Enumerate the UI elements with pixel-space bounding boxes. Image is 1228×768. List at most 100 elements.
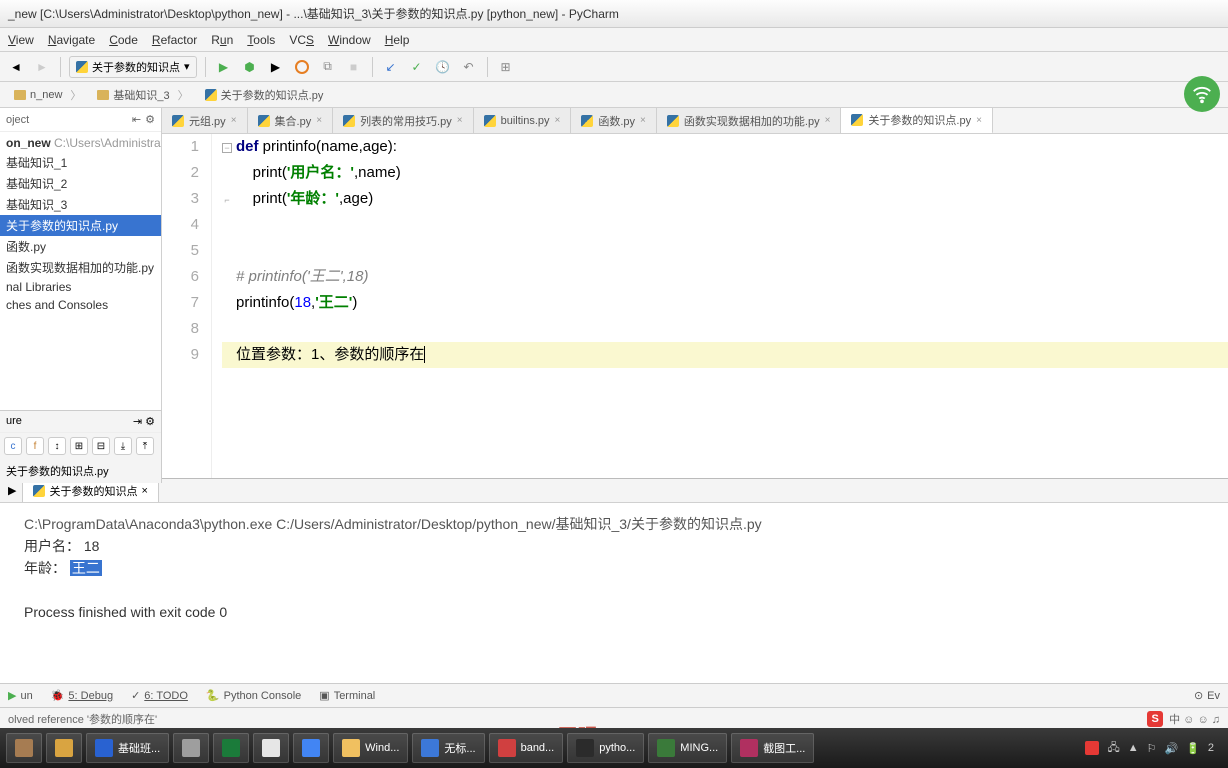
tree-item[interactable]: 函数.py	[0, 236, 161, 257]
bc-file[interactable]: 关于参数的知识点.py	[197, 85, 340, 105]
ime-status[interactable]: 中 ☺ ☺ ♫	[1169, 711, 1220, 727]
editor-tab[interactable]: 函数实现数据相加的功能.py×	[657, 108, 842, 133]
struct-expand-icon[interactable]: ⊞	[70, 437, 88, 455]
tree-item[interactable]: 基础知识_3	[0, 194, 161, 215]
editor-tab[interactable]: 列表的常用技巧.py×	[333, 108, 474, 133]
project-header[interactable]: oject ⇤ ⚙	[0, 108, 161, 132]
project-tree[interactable]: on_new C:\Users\Administrato... 基础知识_1基础…	[0, 132, 161, 316]
concurrency-icon[interactable]: ⧉	[318, 57, 338, 77]
tool-debug[interactable]: 🐞 5: Debug	[51, 689, 113, 702]
tray-time[interactable]: 2	[1208, 742, 1214, 754]
menu-code[interactable]: Code	[109, 33, 138, 47]
taskbar-item[interactable]: band...	[489, 733, 564, 763]
tool-terminal[interactable]: ▣ Terminal	[319, 689, 375, 702]
collapse-icon[interactable]: ⇤	[132, 113, 141, 126]
taskbar-item[interactable]: pytho...	[567, 733, 644, 763]
struct-autoscroll-icon[interactable]: ⤓	[114, 437, 132, 455]
tool-python-console[interactable]: 🐍 Python Console	[206, 689, 301, 702]
structure-icon[interactable]: ⊞	[496, 57, 516, 77]
bc-root[interactable]: n_new	[6, 85, 89, 105]
code-line[interactable]: # printinfo('王二',18)	[222, 264, 1228, 290]
vcs-revert-icon[interactable]: ↶	[459, 57, 479, 77]
menu-help[interactable]: Help	[385, 33, 410, 47]
nav-fwd-icon[interactable]: ►	[32, 57, 52, 77]
menu-navigate[interactable]: Navigate	[48, 33, 95, 47]
close-icon[interactable]: ×	[976, 115, 982, 126]
close-icon[interactable]: ×	[555, 115, 561, 126]
taskbar-item[interactable]: 无标...	[412, 733, 484, 763]
vcs-history-icon[interactable]: 🕓	[433, 57, 453, 77]
struct-collapse-icon[interactable]: ⊟	[92, 437, 110, 455]
ime-sogou-icon[interactable]: S	[1147, 711, 1163, 727]
menu-window[interactable]: Window	[328, 33, 371, 47]
taskbar-item[interactable]	[46, 733, 82, 763]
struct-sort-icon[interactable]: ↕	[48, 437, 66, 455]
tree-scratches[interactable]: ches and Consoles	[0, 296, 161, 314]
coverage-icon[interactable]: ▶	[266, 57, 286, 77]
menu-run[interactable]: Run	[211, 33, 233, 47]
vcs-update-icon[interactable]: ↙	[381, 57, 401, 77]
taskbar-item[interactable]	[293, 733, 329, 763]
struct-autoscroll2-icon[interactable]: ⤒	[136, 437, 154, 455]
editor-tab[interactable]: 集合.py×	[248, 108, 334, 133]
close-icon[interactable]: ×	[231, 115, 237, 126]
tray-up-icon[interactable]: ▲	[1128, 742, 1139, 754]
run-icon[interactable]: ▶	[214, 57, 234, 77]
console-output[interactable]: C:\ProgramData\Anaconda3\python.exe C:/U…	[0, 503, 1228, 683]
taskbar-item[interactable]	[6, 733, 42, 763]
close-icon[interactable]: ×	[316, 115, 322, 126]
struct-field-icon[interactable]: f	[26, 437, 44, 455]
collapse-icon[interactable]: ⇥	[133, 416, 142, 428]
editor-tab[interactable]: 元组.py×	[162, 108, 248, 133]
stop-icon[interactable]: ■	[344, 57, 364, 77]
tray-flag-icon[interactable]: ⚐	[1147, 742, 1157, 755]
taskbar-item[interactable]	[213, 733, 249, 763]
close-icon[interactable]: ×	[141, 485, 147, 497]
menu-vcs[interactable]: VCS	[289, 33, 314, 47]
menu-refactor[interactable]: Refactor	[152, 33, 197, 47]
tool-run[interactable]: ▶ un	[8, 689, 33, 702]
editor-tab[interactable]: 关于参数的知识点.py×	[841, 108, 993, 134]
system-tray[interactable]: 🖧 ▲ ⚐ 🔊 🔋 2	[1085, 739, 1222, 758]
tool-eventlog[interactable]: ⊙ Ev	[1194, 689, 1220, 702]
close-icon[interactable]: ×	[825, 115, 831, 126]
editor-tab[interactable]: 函数.py×	[571, 108, 657, 133]
struct-class-icon[interactable]: c	[4, 437, 22, 455]
taskbar-item[interactable]: Wind...	[333, 733, 408, 763]
code-line[interactable]: −def printinfo(name,age):	[222, 134, 1228, 160]
code-line[interactable]: print('用户名：',name)	[222, 160, 1228, 186]
run-config-select[interactable]: 关于参数的知识点 ▾	[69, 56, 197, 78]
code-editor[interactable]: 123456789 −def printinfo(name,age): prin…	[162, 134, 1228, 478]
tree-item[interactable]: 基础知识_2	[0, 173, 161, 194]
taskbar-item[interactable]	[253, 733, 289, 763]
code-line[interactable]	[222, 316, 1228, 342]
code-line[interactable]: 位置参数：1、参数的顺序在	[222, 342, 1228, 368]
tree-item[interactable]: 关于参数的知识点.py	[0, 215, 161, 236]
structure-file[interactable]: 关于参数的知识点.py	[0, 459, 161, 483]
bc-folder[interactable]: 基础知识_3	[89, 85, 196, 105]
gear-icon[interactable]: ⚙	[145, 416, 155, 428]
tray-battery-icon[interactable]: 🔋	[1186, 742, 1200, 755]
tree-item[interactable]: 函数实现数据相加的功能.py	[0, 257, 161, 278]
tray-sound-icon[interactable]: 🔊	[1164, 742, 1178, 755]
tree-item[interactable]: 基础知识_1	[0, 152, 161, 173]
close-icon[interactable]: ×	[640, 115, 646, 126]
editor-tab[interactable]: builtins.py×	[474, 108, 572, 133]
taskbar-item[interactable]: 基础班...	[86, 733, 169, 763]
taskbar-item[interactable]: 截图工...	[731, 733, 814, 763]
close-icon[interactable]: ×	[457, 115, 463, 126]
code-line[interactable]: printinfo(18,'王二')	[222, 290, 1228, 316]
code-line[interactable]: ⌐ print('年龄：',age)	[222, 186, 1228, 212]
debug-icon[interactable]: ⬢	[240, 57, 260, 77]
tool-todo[interactable]: ✓ 6: TODO	[131, 689, 188, 702]
tree-root[interactable]: on_new C:\Users\Administrato...	[0, 134, 161, 152]
taskbar-item[interactable]: MING...	[648, 733, 727, 763]
run-rerun-icon[interactable]: ▶	[8, 484, 16, 497]
vcs-commit-icon[interactable]: ✓	[407, 57, 427, 77]
tray-sogou-icon[interactable]	[1085, 741, 1099, 755]
tree-ext-libs[interactable]: nal Libraries	[0, 278, 161, 296]
profile-icon[interactable]	[292, 57, 312, 77]
tray-network-icon[interactable]: 🖧	[1107, 739, 1119, 758]
nav-back-icon[interactable]: ◄	[6, 57, 26, 77]
menu-view[interactable]: View	[8, 33, 34, 47]
